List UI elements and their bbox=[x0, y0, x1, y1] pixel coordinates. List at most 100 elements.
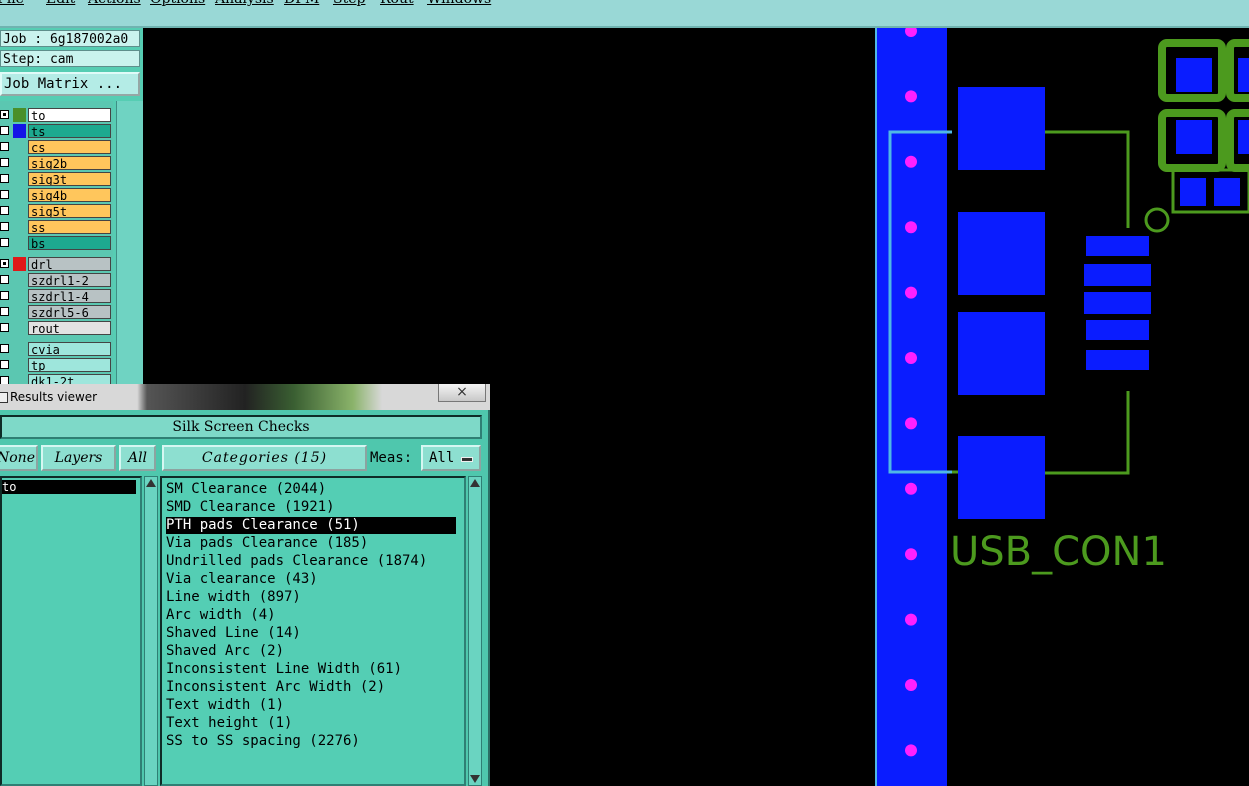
meas-value: All bbox=[429, 450, 455, 466]
layer-checkbox[interactable] bbox=[0, 174, 9, 183]
layer-list-scrollbar[interactable] bbox=[144, 476, 158, 786]
layer-name[interactable]: bs bbox=[28, 236, 111, 250]
layer-row[interactable]: ts bbox=[0, 124, 113, 138]
category-item[interactable]: SM Clearance (2044) bbox=[166, 481, 456, 498]
category-item[interactable]: Shaved Line (14) bbox=[166, 625, 456, 642]
layer-checkbox[interactable] bbox=[0, 222, 9, 231]
category-item[interactable]: Text width (1) bbox=[166, 697, 456, 714]
category-list-scrollbar[interactable] bbox=[468, 476, 482, 786]
layer-checkbox[interactable] bbox=[0, 275, 9, 284]
layers-button[interactable]: Layers bbox=[41, 445, 116, 471]
close-button[interactable]: × bbox=[438, 384, 486, 402]
category-item[interactable]: Undrilled pads Clearance (1874) bbox=[166, 553, 456, 570]
categories-button[interactable]: Categories (15) bbox=[162, 445, 367, 471]
scroll-up-icon[interactable] bbox=[470, 479, 480, 487]
layer-row[interactable]: to bbox=[0, 108, 113, 122]
results-viewer-title: Results viewer bbox=[10, 390, 98, 404]
scroll-up-icon[interactable] bbox=[146, 479, 156, 487]
menu-file[interactable]: File bbox=[0, 0, 24, 7]
layer-color-swatch[interactable] bbox=[13, 124, 26, 138]
category-item[interactable]: Via pads Clearance (185) bbox=[166, 535, 456, 552]
results-viewer-titlebar[interactable]: Results viewer × bbox=[0, 384, 490, 411]
category-item[interactable]: Line width (897) bbox=[166, 589, 456, 606]
category-item[interactable]: SS to SS spacing (2276) bbox=[166, 733, 456, 750]
layer-name[interactable]: drl bbox=[28, 257, 111, 271]
pad bbox=[958, 87, 1045, 170]
category-item[interactable]: Text height (1) bbox=[166, 715, 456, 732]
layer-name[interactable]: ss bbox=[28, 220, 111, 234]
via bbox=[905, 286, 917, 299]
all-button[interactable]: All bbox=[119, 445, 156, 471]
job-matrix-button[interactable]: Job Matrix ... bbox=[0, 72, 140, 96]
layer-name[interactable]: sig5t bbox=[28, 204, 111, 218]
layer-row[interactable]: sig2b bbox=[0, 156, 113, 170]
layer-checkbox[interactable] bbox=[0, 307, 9, 316]
category-item[interactable]: Inconsistent Arc Width (2) bbox=[166, 679, 456, 696]
layer-name[interactable]: rout bbox=[28, 321, 111, 335]
layer-row[interactable]: bs bbox=[0, 236, 113, 250]
layer-checkbox[interactable] bbox=[0, 142, 9, 151]
smd-pad bbox=[1086, 236, 1149, 256]
menu-options[interactable]: Options bbox=[150, 0, 205, 7]
category-item[interactable]: Arc width (4) bbox=[166, 607, 456, 624]
layer-row[interactable]: sig4b bbox=[0, 188, 113, 202]
none-button[interactable]: None bbox=[0, 445, 38, 471]
layer-row[interactable]: szdrl5-6 bbox=[0, 305, 113, 319]
layer-color-swatch[interactable] bbox=[13, 108, 26, 122]
layer-name[interactable]: sig4b bbox=[28, 188, 111, 202]
layer-name[interactable]: cs bbox=[28, 140, 111, 154]
selected-layer-item[interactable]: to bbox=[2, 480, 136, 494]
layer-checkbox[interactable] bbox=[0, 259, 9, 268]
layer-name[interactable]: to bbox=[28, 108, 111, 122]
layer-name[interactable]: tp bbox=[28, 358, 111, 372]
layer-checkbox[interactable] bbox=[0, 110, 9, 119]
scroll-down-icon[interactable] bbox=[470, 775, 480, 783]
layer-name[interactable]: szdrl1-2 bbox=[28, 273, 111, 287]
category-item[interactable]: PTH pads Clearance (51) bbox=[166, 517, 456, 534]
layer-checkbox[interactable] bbox=[0, 323, 9, 332]
layer-row[interactable]: szdrl1-4 bbox=[0, 289, 113, 303]
layer-checkbox[interactable] bbox=[0, 190, 9, 199]
pad bbox=[958, 212, 1045, 295]
pcb-canvas[interactable]: USB_CON1 bbox=[490, 28, 1249, 786]
menubar: File Edit Actions Options Analysis DFM Step Rou… bbox=[0, 0, 1249, 28]
layer-checkbox[interactable] bbox=[0, 291, 9, 300]
layer-color-swatch[interactable] bbox=[13, 257, 26, 271]
layer-name[interactable]: sig2b bbox=[28, 156, 111, 170]
layer-row[interactable]: rout bbox=[0, 321, 113, 335]
layer-checkbox[interactable] bbox=[0, 206, 9, 215]
layer-row[interactable]: sig5t bbox=[0, 204, 113, 218]
layer-checkbox[interactable] bbox=[0, 158, 9, 167]
menu-step[interactable]: Step bbox=[333, 0, 365, 7]
menu-actions[interactable]: Actions bbox=[88, 0, 141, 7]
result-layer-list[interactable]: to bbox=[0, 476, 142, 786]
layer-row[interactable]: cs bbox=[0, 140, 113, 154]
layer-row[interactable]: ss bbox=[0, 220, 113, 234]
layer-row[interactable]: drl bbox=[0, 257, 113, 271]
menu-rout[interactable]: Rout bbox=[380, 0, 414, 7]
layer-row[interactable]: sig3t bbox=[0, 172, 113, 186]
layer-name[interactable]: sig3t bbox=[28, 172, 111, 186]
category-list[interactable]: SM Clearance (2044) SMD Clearance (1921) P… bbox=[160, 476, 466, 786]
pad bbox=[1176, 58, 1212, 92]
layer-name[interactable]: szdrl1-4 bbox=[28, 289, 111, 303]
category-item[interactable]: Inconsistent Line Width (61) bbox=[166, 661, 456, 678]
layer-name[interactable]: cvia bbox=[28, 342, 111, 356]
menu-edit[interactable]: Edit bbox=[46, 0, 75, 7]
layer-checkbox[interactable] bbox=[0, 238, 9, 247]
layer-row[interactable]: tp bbox=[0, 358, 113, 372]
layer-row[interactable]: cvia bbox=[0, 342, 113, 356]
layer-checkbox[interactable] bbox=[0, 344, 9, 353]
category-item[interactable]: Via clearance (43) bbox=[166, 571, 456, 588]
menu-windows[interactable]: Windows bbox=[427, 0, 491, 7]
meas-dropdown[interactable]: All bbox=[421, 445, 481, 471]
layer-name[interactable]: ts bbox=[28, 124, 111, 138]
category-item[interactable]: SMD Clearance (1921) bbox=[166, 499, 456, 516]
menu-dfm[interactable]: DFM bbox=[284, 0, 319, 7]
layer-name[interactable]: szdrl5-6 bbox=[28, 305, 111, 319]
menu-analysis[interactable]: Analysis bbox=[215, 0, 274, 7]
layer-checkbox[interactable] bbox=[0, 126, 9, 135]
category-item[interactable]: Shaved Arc (2) bbox=[166, 643, 456, 660]
layer-row[interactable]: szdrl1-2 bbox=[0, 273, 113, 287]
layer-checkbox[interactable] bbox=[0, 360, 9, 369]
